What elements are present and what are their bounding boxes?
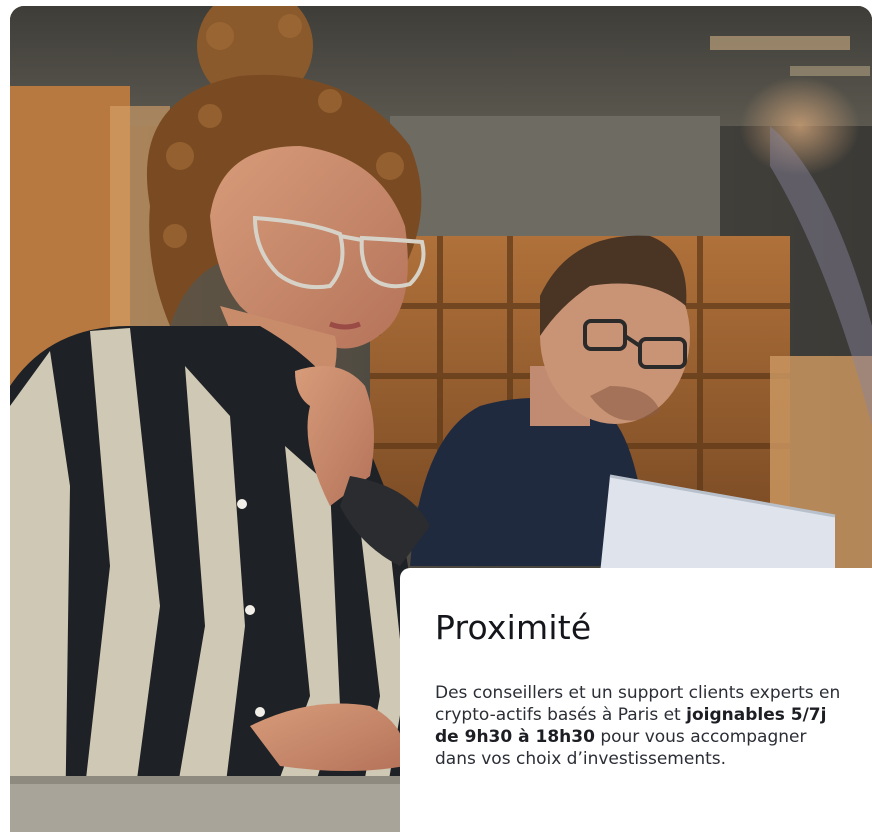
proximity-card: Proximité Des conseillers et un support …: [400, 568, 872, 832]
card-title: Proximité: [435, 608, 592, 647]
card-description: Des conseillers et un support clients ex…: [435, 682, 842, 770]
